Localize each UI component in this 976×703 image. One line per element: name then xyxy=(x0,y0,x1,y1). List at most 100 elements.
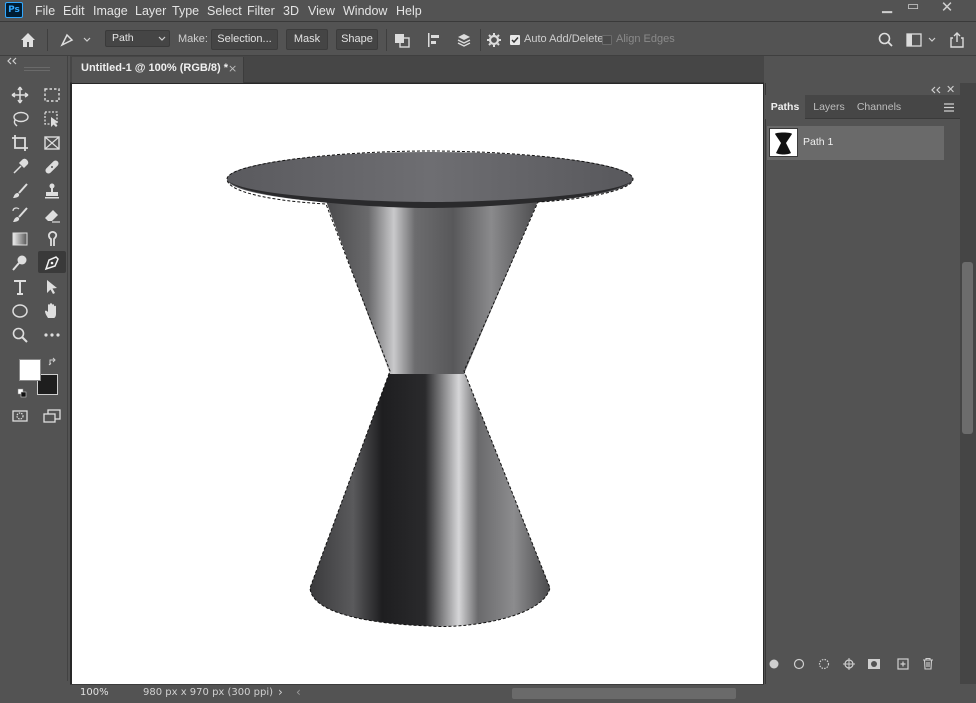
path-selection-icon xyxy=(47,280,57,294)
eyedropper-tool[interactable] xyxy=(6,155,34,177)
table-image xyxy=(226,150,634,627)
share-icon[interactable] xyxy=(946,29,968,51)
auto-add-delete-label: Auto Add/Delete xyxy=(524,33,604,45)
menu-select[interactable]: Select xyxy=(207,2,242,20)
crop-tool[interactable] xyxy=(6,131,34,153)
frame-tool[interactable] xyxy=(38,131,66,153)
menu-filter[interactable]: Filter xyxy=(247,2,275,20)
ellipse-icon xyxy=(12,304,28,318)
panel-menu-icon xyxy=(944,103,954,112)
status-bar: 100% 980 px x 970 px (300 ppi) › ‹ xyxy=(70,684,764,703)
menu-type[interactable]: Type xyxy=(172,2,199,20)
smudge-tool[interactable] xyxy=(38,227,66,249)
pen-tool[interactable] xyxy=(38,251,66,273)
rectangular-marquee-tool[interactable] xyxy=(38,83,66,105)
stamp-icon xyxy=(45,183,59,199)
object-selection-tool[interactable] xyxy=(38,107,66,129)
scroll-left-icon[interactable]: ‹ xyxy=(296,685,301,699)
checkmark-icon xyxy=(511,37,519,44)
menu-view[interactable]: View xyxy=(308,2,335,20)
pen-icon xyxy=(44,256,59,271)
new-path-icon[interactable] xyxy=(894,657,912,675)
gradient-tool[interactable] xyxy=(6,227,34,249)
make-label: Make: xyxy=(178,33,208,45)
path-list-item[interactable]: Path 1 xyxy=(767,126,944,160)
menu-bar: Ps File Edit Image Layer Type Select Fil… xyxy=(0,0,976,22)
gradient-icon xyxy=(12,232,28,246)
type-tool[interactable] xyxy=(6,275,34,297)
hand-tool[interactable] xyxy=(38,299,66,321)
quick-mask-button[interactable] xyxy=(6,404,34,426)
foreground-color-swatch[interactable] xyxy=(19,359,41,381)
menu-3d[interactable]: 3D xyxy=(283,2,299,20)
path-alignment-icon[interactable] xyxy=(423,29,445,51)
menu-edit[interactable]: Edit xyxy=(63,2,85,20)
close-icon[interactable]: ✕ xyxy=(934,0,960,16)
history-brush-tool[interactable] xyxy=(6,203,34,225)
ellipse-tool[interactable] xyxy=(6,299,34,321)
mask-button[interactable]: Mask xyxy=(286,29,328,50)
menu-file[interactable]: File xyxy=(35,2,55,20)
document-tab-title: Untitled-1 @ 100% (RGB/8) * xyxy=(81,62,229,74)
gear-icon[interactable] xyxy=(483,29,505,51)
minimize-icon[interactable]: ▁ xyxy=(874,0,900,16)
document-canvas[interactable] xyxy=(72,84,763,684)
document-info: 980 px x 970 px (300 ppi) xyxy=(143,687,274,698)
make-work-path-icon[interactable] xyxy=(840,657,858,675)
healing-brush-tool[interactable] xyxy=(38,155,66,177)
menu-window[interactable]: Window xyxy=(343,2,387,20)
tool-mode-value: Path xyxy=(112,32,134,44)
zoom-level[interactable]: 100% xyxy=(80,687,109,698)
path-arrangement-icon[interactable] xyxy=(453,29,475,51)
close-tab-icon[interactable]: × xyxy=(228,62,237,75)
home-icon[interactable] xyxy=(17,29,39,51)
align-edges-label: Align Edges xyxy=(616,33,675,45)
tab-layers[interactable]: Layers xyxy=(809,95,849,119)
tab-channels[interactable]: Channels xyxy=(855,95,903,119)
restore-icon[interactable]: ▭ xyxy=(900,0,926,16)
path-operations-icon[interactable] xyxy=(391,29,413,51)
delete-path-icon[interactable] xyxy=(919,657,937,675)
lasso-tool[interactable] xyxy=(6,107,34,129)
menu-help[interactable]: Help xyxy=(396,2,422,20)
edit-toolbar-button[interactable] xyxy=(38,323,66,345)
selection-button[interactable]: Selection... xyxy=(211,29,278,50)
stroke-path-icon[interactable] xyxy=(790,657,808,675)
status-menu-arrow-icon[interactable]: › xyxy=(278,685,283,699)
pen-tool-preset-icon[interactable] xyxy=(58,29,92,51)
load-path-as-selection-icon[interactable] xyxy=(815,657,833,675)
panel-tabs: Paths Layers Channels xyxy=(765,95,960,119)
history-brush-icon xyxy=(12,207,28,222)
panel-scrollbar-thumb[interactable] xyxy=(962,262,973,434)
dodge-icon xyxy=(12,255,27,271)
tools-panel xyxy=(4,56,68,681)
quick-mask-icon xyxy=(12,410,28,422)
zoom-icon xyxy=(12,327,28,343)
default-colors-icon xyxy=(17,388,27,398)
workspace-switcher-icon[interactable] xyxy=(903,29,937,51)
menu-image[interactable]: Image xyxy=(93,2,128,20)
path-name: Path 1 xyxy=(803,136,834,148)
fill-path-icon[interactable] xyxy=(765,657,783,675)
add-mask-icon[interactable] xyxy=(865,657,883,675)
zoom-tool[interactable] xyxy=(6,323,34,345)
brush-tool[interactable] xyxy=(6,179,34,201)
search-icon[interactable] xyxy=(875,29,897,51)
auto-add-delete-checkbox[interactable] xyxy=(510,35,520,45)
shape-button[interactable]: Shape xyxy=(336,29,378,50)
document-tab[interactable]: Untitled-1 @ 100% (RGB/8) * × xyxy=(72,57,244,83)
move-tool[interactable] xyxy=(6,83,34,105)
menu-layer[interactable]: Layer xyxy=(135,2,166,20)
object-selection-icon xyxy=(44,111,58,127)
tab-paths[interactable]: Paths xyxy=(765,95,805,119)
brush-icon xyxy=(13,183,28,198)
align-edges-checkbox[interactable] xyxy=(602,35,612,45)
eraser-tool[interactable] xyxy=(38,203,66,225)
screen-mode-button[interactable] xyxy=(38,404,66,426)
path-thumbnail xyxy=(769,128,798,157)
clone-stamp-tool[interactable] xyxy=(38,179,66,201)
dodge-tool[interactable] xyxy=(6,251,34,273)
path-selection-tool[interactable] xyxy=(38,275,66,297)
horizontal-scrollbar-thumb[interactable] xyxy=(512,688,736,699)
tool-mode-dropdown[interactable]: Path xyxy=(105,30,170,47)
